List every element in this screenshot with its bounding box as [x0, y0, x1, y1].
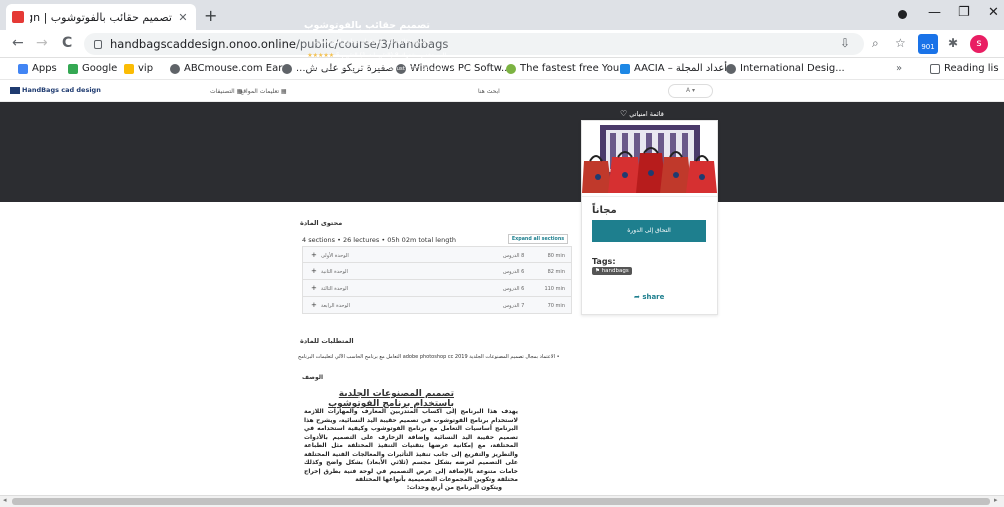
scroll-left-icon[interactable]: ◂: [3, 496, 7, 504]
curriculum-list: + الوحدة الأولى 8 الدروس 80 min + الوحدة…: [302, 246, 572, 314]
browser-tab-bar: تصميم حقائب بالفوتوشوب | design ✕ + — ❐ …: [0, 0, 1004, 30]
address-bar[interactable]: handbagscaddesign.onoo.online /public/co…: [84, 33, 864, 55]
zoom-icon[interactable]: ⌕: [872, 36, 879, 51]
bookmark-apps[interactable]: Apps: [18, 63, 57, 74]
reading-list-icon: [930, 63, 940, 74]
course-card: مجاناً التحاق إلى الدورة Tags: ⚑ handbag…: [581, 120, 718, 315]
restore-button[interactable]: ❐: [958, 5, 970, 20]
google-icon: [68, 63, 78, 74]
plus-icon: +: [311, 301, 317, 309]
chrome-media-icon[interactable]: [898, 10, 907, 19]
requirements-heading: المتطلبات للمادة: [300, 337, 354, 345]
nav-search-hint[interactable]: ابحث هنا: [478, 88, 500, 95]
more-bookmarks-icon[interactable]: »: [896, 63, 902, 74]
site-favicon-icon: [12, 11, 24, 23]
course-stats: المستخدم مشترك 8 (التقييمات 1) التقييم 5…: [307, 52, 446, 59]
window-close-button[interactable]: ✕: [988, 5, 999, 20]
course-subtitle: تصميم حقائب اليد باستخدام برنامج الفوتوش…: [313, 38, 430, 45]
plus-icon: +: [311, 267, 317, 275]
bookmark-google[interactable]: Google: [68, 63, 117, 74]
globe-icon: [726, 63, 736, 74]
reading-list[interactable]: Reading lis: [930, 63, 999, 74]
logo-icon: [10, 86, 20, 94]
curriculum-heading: محتوى المادة: [300, 219, 343, 227]
expand-all-button[interactable]: Expand all sections: [508, 234, 568, 244]
bookmark-star-icon[interactable]: ☆: [895, 36, 906, 50]
course-price: مجاناً: [592, 205, 617, 216]
bookmarks-bar: Apps Google vip ABCmouse.com Ear... صفير…: [0, 58, 1004, 80]
install-app-icon[interactable]: ⇩: [840, 36, 850, 50]
plus-icon: +: [311, 251, 317, 259]
bookmark-aacia[interactable]: AACIA – أعداد المجلة: [620, 63, 727, 74]
nav-instructions[interactable]: ▦ تعليمات المواقع: [240, 88, 287, 95]
extensions-puzzle-icon[interactable]: ✱: [948, 36, 958, 50]
lock-icon: [94, 39, 102, 49]
curriculum-section-row[interactable]: + الوحدة الرابعة 7 الدروس 70 min: [302, 297, 572, 314]
course-thumbnail: [582, 121, 717, 197]
browser-tab-active[interactable]: تصميم حقائب بالفوتوشوب | design ✕: [6, 4, 196, 30]
description-units-intro: ويتكون البرنامج من أربع وحدات:: [406, 484, 502, 491]
forward-button[interactable]: →: [36, 35, 48, 51]
description-body: يهدف هذا البرنامج إلى اكساب المتدربين ال…: [304, 408, 518, 483]
rating-stars-icon: ★★★★★: [307, 52, 335, 59]
scroll-right-icon[interactable]: ▸: [994, 496, 998, 504]
extension-icon[interactable]: 901: [918, 34, 938, 54]
share-button[interactable]: ➦ share: [634, 293, 664, 301]
description-heading: الوصف: [302, 374, 324, 381]
leaf-icon: [506, 63, 516, 74]
curriculum-summary: 4 sections • 26 lectures • 05h 02m total…: [302, 236, 457, 244]
tags-label: Tags:: [592, 257, 616, 266]
site-logo[interactable]: HandBags cad design: [10, 86, 101, 94]
course-banner: [0, 102, 1004, 202]
tag-handbags[interactable]: ⚑ handbags: [592, 267, 632, 275]
minimize-button[interactable]: —: [928, 5, 941, 20]
header-user-menu[interactable]: A ▾: [668, 84, 713, 98]
course-title: تصميم حقائب بالفوتوشوب: [304, 20, 430, 31]
scrollbar-thumb[interactable]: [12, 498, 990, 505]
requirement-item: • الاعتماد بمجال تصميم المصنوعات الجلدية…: [298, 354, 560, 360]
new-tab-button[interactable]: +: [204, 6, 217, 25]
tab-title: تصميم حقائب بالفوتوشوب | design: [30, 10, 172, 24]
wishlist-button[interactable]: قائمة امنياتي ♡: [620, 109, 664, 118]
browser-toolbar: ← → C handbagscaddesign.onoo.online /pub…: [0, 30, 1004, 58]
description-title: تصميم المصنوعات الجلدية باستخدام برنامج …: [328, 389, 454, 409]
apps-grid-icon: [18, 63, 28, 74]
nav-categories[interactable]: ▦ التصنيفات: [210, 88, 242, 95]
curriculum-section-row[interactable]: + الوحدة الثانية 6 الدروس 82 min: [302, 263, 572, 280]
bookmark-fastest-free[interactable]: The fastest free You...: [506, 63, 629, 74]
heart-icon: ♡: [620, 109, 628, 118]
course-meta: عربي آخر تحديث 26 August 2021 تمت إضافته…: [297, 66, 471, 78]
bookmark-vip[interactable]: vip: [124, 63, 153, 74]
tag-icon: ⚑: [595, 268, 600, 274]
share-icon: ➦: [634, 293, 640, 301]
horizontal-scrollbar[interactable]: ◂ ▸: [0, 495, 1004, 507]
enroll-button[interactable]: التحاق إلى الدورة: [592, 220, 706, 242]
reload-button[interactable]: C: [62, 35, 72, 51]
tab-close-icon[interactable]: ✕: [176, 11, 190, 24]
curriculum-section-row[interactable]: + الوحدة الثالثة 6 الدروس 110 min: [302, 280, 572, 297]
handbags-image-icon: [582, 121, 717, 196]
back-button[interactable]: ←: [12, 35, 24, 51]
aacia-icon: [620, 63, 630, 74]
bookmark-international-design[interactable]: International Desig...: [726, 63, 845, 74]
globe-icon: [170, 63, 180, 74]
plus-icon: +: [311, 284, 317, 292]
curriculum-section-row[interactable]: + الوحدة الأولى 8 الدروس 80 min: [302, 246, 572, 263]
bookmark-abcmouse[interactable]: ABCmouse.com Ear...: [170, 63, 291, 74]
folder-icon: [124, 63, 134, 74]
site-header: HandBags cad design ▦ التصنيفات ▦ تعليما…: [0, 80, 1004, 102]
url-host: handbagscaddesign.onoo.online: [110, 37, 296, 51]
profile-avatar[interactable]: s: [970, 35, 988, 53]
